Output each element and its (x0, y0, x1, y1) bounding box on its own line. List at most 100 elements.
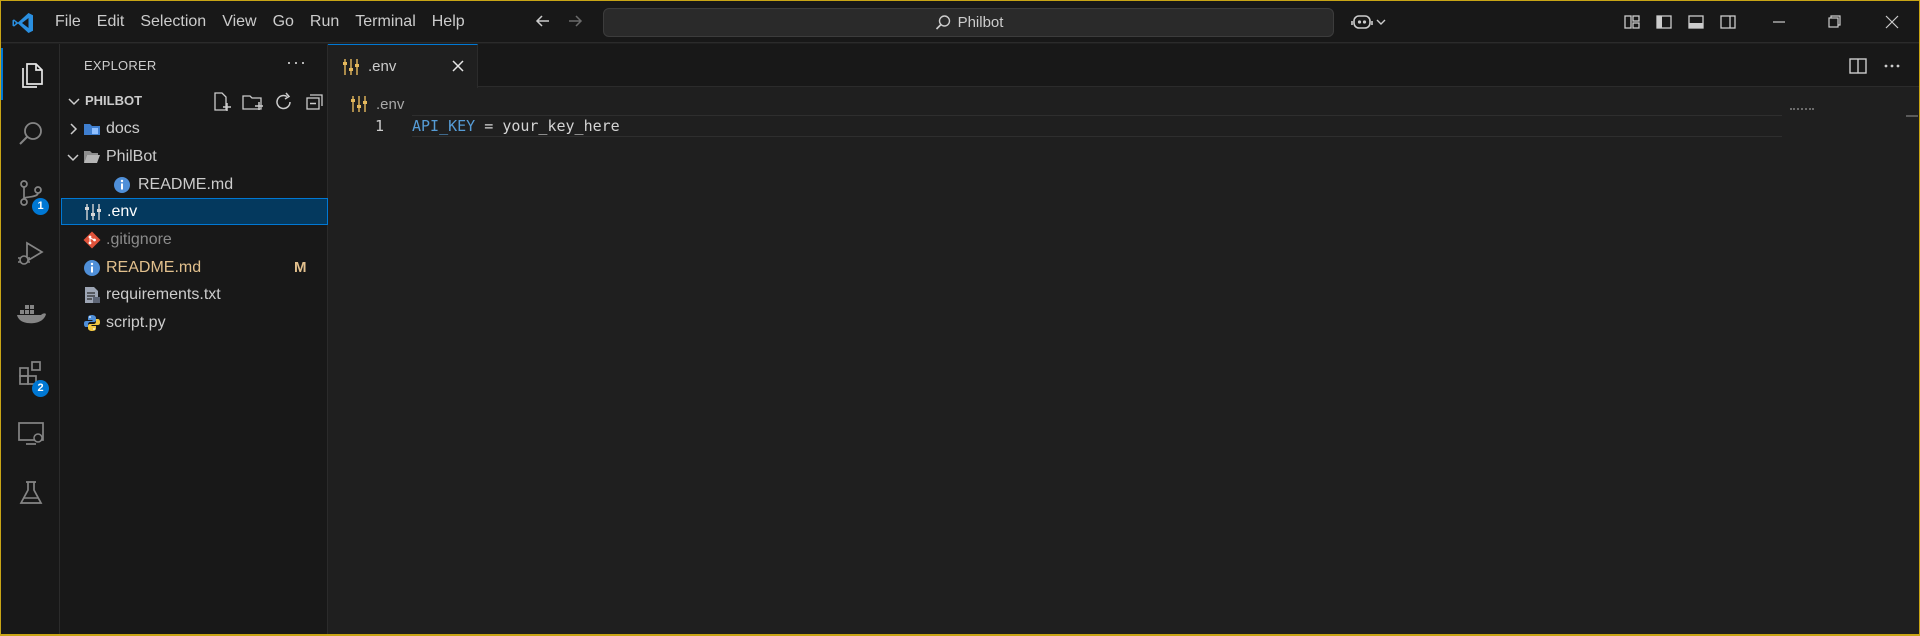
explorer-sidebar: EXPLORER ··· PHILBOT docs PhilBot README… (60, 44, 328, 634)
minimap[interactable] (1790, 108, 1814, 110)
docs-folder-icon (84, 124, 100, 135)
tab-env[interactable]: .env (328, 44, 478, 88)
text-file-icon (85, 287, 100, 303)
docker-icon (16, 305, 46, 324)
more-actions-icon[interactable] (1882, 56, 1902, 76)
menu-run[interactable]: Run (302, 1, 347, 43)
tree-file-env[interactable]: .env (61, 198, 328, 225)
split-editor-icon[interactable] (1848, 56, 1868, 76)
chevron-right-icon (70, 123, 78, 135)
menu-edit[interactable]: Edit (89, 1, 133, 43)
modified-status-badge: M (294, 259, 307, 276)
env-value-token: your_key_here (502, 117, 620, 135)
tree-label: .gitignore (106, 230, 172, 248)
menu-bar: File Edit Selection View Go Run Terminal… (47, 1, 473, 43)
tree-label: docs (106, 119, 140, 137)
workspace-title: PHILBOT (85, 93, 143, 108)
chevron-down-icon (68, 98, 80, 106)
tree-label: README.md (106, 258, 202, 276)
operator-token: = (475, 117, 503, 135)
activity-bar: 1 2 (1, 44, 60, 634)
close-icon[interactable] (449, 57, 467, 75)
tree-file-gitignore[interactable]: .gitignore (60, 226, 328, 253)
customize-layout-icon[interactable] (1623, 13, 1641, 31)
docker-activity[interactable] (1, 287, 60, 339)
menu-selection[interactable]: Selection (132, 1, 214, 43)
tree-file-readme[interactable]: README.md M (60, 254, 328, 281)
explorer-activity[interactable] (1, 48, 60, 100)
chevron-down-icon (1376, 19, 1386, 25)
run-debug-icon (17, 241, 44, 265)
window-title: Philbot (957, 14, 1004, 31)
toggle-secondary-sidebar-icon[interactable] (1719, 13, 1737, 31)
files-icon (21, 63, 43, 88)
flask-icon (19, 481, 42, 504)
toggle-panel-icon[interactable] (1687, 13, 1705, 31)
editor-actions (1848, 56, 1902, 76)
tab-label: .env (368, 58, 397, 75)
explorer-actions (210, 91, 327, 113)
env-key-token: API_KEY (412, 117, 476, 135)
back-arrow-icon[interactable] (531, 11, 555, 33)
sidebar-title: EXPLORER (84, 58, 157, 73)
tree-label: script.py (106, 313, 166, 331)
minimize-icon[interactable] (1764, 9, 1794, 35)
env-settings-icon (85, 204, 101, 220)
tree-label: PhilBot (106, 147, 157, 165)
scrollbar-ruler[interactable] (1906, 115, 1918, 117)
editor-area: .env .env 1 API_KEY = your_key_here (328, 44, 1919, 634)
tree-file-readme-nested[interactable]: README.md (60, 171, 328, 198)
tree-folder-docs[interactable]: docs (60, 115, 328, 142)
tree-label: .env (107, 202, 138, 220)
search-icon (935, 14, 950, 30)
menu-file[interactable]: File (47, 1, 89, 43)
source-control-badge: 1 (32, 198, 49, 215)
breadcrumb[interactable]: .env (350, 93, 404, 115)
layout-controls (1623, 13, 1737, 31)
tree-label: README.md (138, 175, 234, 193)
code-line[interactable]: API_KEY = your_key_here (412, 115, 1782, 137)
menu-view[interactable]: View (214, 1, 264, 43)
collapse-all-icon[interactable] (303, 91, 327, 113)
search-activity[interactable] (1, 108, 60, 160)
copilot-icon (1351, 15, 1373, 29)
tree-file-requirements[interactable]: requirements.txt (60, 281, 328, 308)
more-actions-icon[interactable]: ··· (286, 52, 307, 73)
tree-label: requirements.txt (106, 285, 221, 303)
workspace-section-header[interactable]: PHILBOT (60, 90, 328, 112)
refresh-icon[interactable] (272, 91, 296, 113)
remote-explorer-activity[interactable] (1, 407, 60, 459)
close-window-icon[interactable] (1877, 9, 1907, 35)
menu-go[interactable]: Go (265, 1, 302, 43)
source-control-activity[interactable]: 1 (1, 167, 60, 219)
env-settings-icon (343, 59, 359, 75)
chevron-down-icon (67, 154, 79, 162)
forward-arrow-icon[interactable] (563, 11, 587, 33)
copilot-button[interactable] (1351, 12, 1391, 32)
env-settings-icon (351, 96, 367, 112)
run-debug-activity[interactable] (1, 227, 60, 279)
git-icon (83, 231, 101, 249)
line-number: 1 (374, 117, 384, 135)
vscode-logo-icon (12, 13, 33, 33)
toggle-primary-sidebar-icon[interactable] (1655, 13, 1673, 31)
tree-file-script[interactable]: script.py (60, 309, 328, 336)
new-folder-icon[interactable] (241, 91, 265, 113)
tree-folder-philbot[interactable]: PhilBot (60, 143, 328, 170)
open-folder-icon (84, 151, 100, 163)
tab-bar: .env (328, 44, 1919, 88)
restore-icon[interactable] (1819, 9, 1849, 35)
info-icon (114, 177, 130, 193)
title-bar: File Edit Selection View Go Run Terminal… (1, 1, 1919, 43)
breadcrumb-file: .env (376, 95, 405, 113)
extensions-badge: 2 (32, 380, 49, 397)
menu-terminal[interactable]: Terminal (347, 1, 423, 43)
python-icon (84, 315, 100, 331)
extensions-activity[interactable]: 2 (1, 347, 60, 399)
testing-activity[interactable] (1, 467, 60, 519)
menu-help[interactable]: Help (424, 1, 473, 43)
remote-explorer-icon (17, 422, 44, 445)
info-icon (84, 260, 100, 276)
new-file-icon[interactable] (210, 91, 234, 113)
command-center-search[interactable]: Philbot (603, 8, 1334, 37)
